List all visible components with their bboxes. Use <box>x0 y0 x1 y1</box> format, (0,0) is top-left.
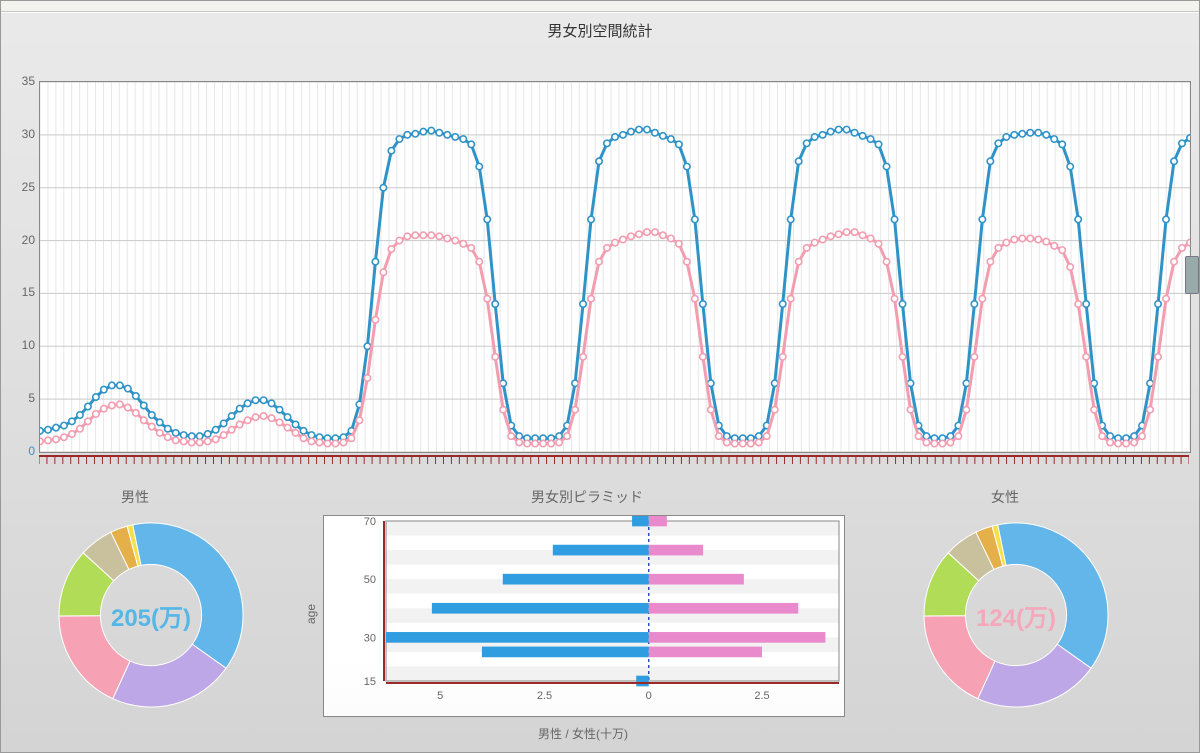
pyramid-svg: 15 30 50 70 5 2.5 0 2.5 <box>324 516 844 716</box>
male-donut[interactable]: 205(万) <box>31 515 271 715</box>
chart-scroll-grip[interactable] <box>1185 256 1199 294</box>
male-total: 205(万) <box>31 515 271 715</box>
pyramid-xlabel: 男性 / 女性(十万) <box>323 725 843 742</box>
svg-text:2.5: 2.5 <box>537 690 552 702</box>
svg-text:70: 70 <box>364 516 376 528</box>
female-donut[interactable]: 124(万) <box>896 515 1136 715</box>
svg-text:2.5: 2.5 <box>754 690 769 702</box>
female-total: 124(万) <box>896 515 1136 715</box>
male-label: 男性 <box>121 487 149 507</box>
app-frame: 男女別空間統計 05101520253035 男性 男女別ピラミッド 女性 20… <box>0 0 1200 753</box>
pyramid-chart[interactable]: 15 30 50 70 5 2.5 0 2.5 <box>323 515 845 717</box>
line-chart-y-ticks: 05101520253035 <box>9 81 35 451</box>
female-label: 女性 <box>991 487 1019 507</box>
svg-text:0: 0 <box>646 690 652 702</box>
line-chart-svg <box>40 82 1190 452</box>
chart-title-main: 男女別空間統計 <box>1 20 1199 40</box>
lower-panel: 男性 男女別ピラミッド 女性 205(万) age 15 30 50 70 5 2.5 0 2… <box>1 487 1200 747</box>
svg-text:15: 15 <box>364 676 376 688</box>
line-chart[interactable] <box>39 81 1191 453</box>
x-tick-strip <box>39 453 1189 473</box>
pyramid-ylabel: age <box>304 604 318 624</box>
svg-text:30: 30 <box>364 632 376 644</box>
window-topbar <box>1 1 1199 12</box>
svg-text:50: 50 <box>364 574 376 586</box>
svg-text:5: 5 <box>437 690 443 702</box>
line-chart-x-scrollbar[interactable] <box>39 453 1189 473</box>
pyramid-title: 男女別ピラミッド <box>531 487 643 507</box>
